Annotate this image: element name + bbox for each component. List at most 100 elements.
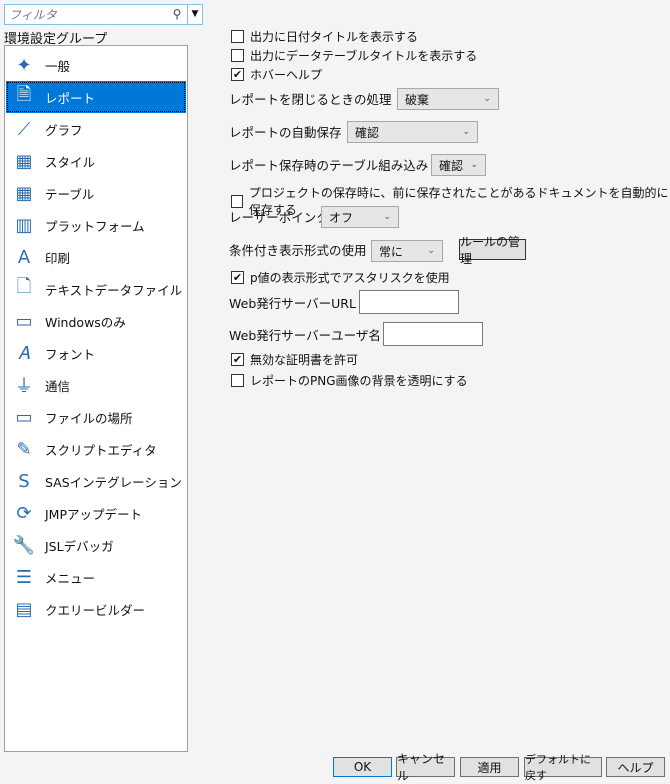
close-action-label: レポートを閉じるときの処理 <box>229 92 392 107</box>
select-value: 破棄 <box>405 92 430 107</box>
checkbox-box[interactable] <box>231 30 244 43</box>
folder-icon: ▭ <box>15 406 33 428</box>
autosave-label: レポートの自動保存 <box>229 125 342 140</box>
group-item-17[interactable]: ☰ メニュー <box>6 561 186 593</box>
group-item-4[interactable]: ▦ スタイル <box>6 145 186 177</box>
group-item-label: Windowsのみ <box>45 314 126 330</box>
conditional-format-select[interactable]: 常に ⌄ <box>371 240 443 262</box>
preference-group-list[interactable]: ✦ 一般 🗎 レポート ⟋ グラフ ▦ スタイル ▦ テーブル ▥ プラットフォーム A 印刷 🗋 テキストデ… <box>4 45 188 752</box>
select-value: 常に <box>379 244 404 259</box>
chevron-down-icon: ⌄ <box>462 127 470 137</box>
restore-defaults-button[interactable]: デフォルトに戻す <box>524 753 602 782</box>
select-value: 確認 <box>439 158 464 173</box>
group-item-label: メニュー <box>45 570 96 586</box>
chevron-down-icon: ⌄ <box>427 246 435 256</box>
apply-button[interactable]: 適用 <box>460 757 519 777</box>
group-item-8[interactable]: 🗋 テキストデータファイル <box>6 273 186 305</box>
group-item-label: クエリービルダー <box>45 602 146 618</box>
search-icon[interactable]: ⚲ <box>167 5 187 24</box>
group-item-label: レポート <box>45 90 96 106</box>
chevron-down-icon: ⌄ <box>470 160 478 170</box>
group-item-12[interactable]: ▭ ファイルの場所 <box>6 401 186 433</box>
web-url-input[interactable] <box>359 290 459 314</box>
checkbox-label: p値の表示形式でアスタリスクを使用 <box>250 271 450 285</box>
filter-dropdown-button[interactable]: ▼ <box>187 5 202 24</box>
group-item-3[interactable]: ⟋ グラフ <box>6 113 186 145</box>
web-user-input[interactable] <box>383 322 483 346</box>
checkbox-box[interactable]: ✔ <box>231 353 244 366</box>
group-item-1[interactable]: ✦ 一般 <box>6 49 186 81</box>
date-title-checkbox[interactable]: 出力に日付タイトルを表示する <box>231 28 418 45</box>
print-icon: A <box>17 246 31 268</box>
monitor-icon: ▭ <box>15 310 33 332</box>
checkbox-box[interactable]: ✔ <box>231 68 244 81</box>
group-item-9[interactable]: ▭ Windowsのみ <box>6 305 186 337</box>
chevron-down-icon: ⌄ <box>383 212 391 222</box>
invalid-cert-checkbox[interactable]: ✔ 無効な証明書を許可 <box>231 351 358 368</box>
embed-table-label: レポート保存時のテーブル組み込み <box>229 158 429 173</box>
wrench-icon: 🔧 <box>12 534 36 556</box>
ok-button[interactable]: OK <box>333 757 392 777</box>
group-item-7[interactable]: A 印刷 <box>6 241 186 273</box>
laser-label: レーザーポインタ <box>229 210 329 225</box>
group-item-18[interactable]: ▤ クエリービルダー <box>6 593 186 625</box>
group-item-14[interactable]: S SASインテグレーション <box>6 465 186 497</box>
group-item-13[interactable]: ✎ スクリプトエディタ <box>6 433 186 465</box>
laser-select[interactable]: オフ ⌄ <box>321 206 399 228</box>
group-item-label: テーブル <box>45 186 95 202</box>
hover-help-checkbox[interactable]: ✔ ホバーヘルプ <box>231 66 322 83</box>
checkbox-label: 無効な証明書を許可 <box>250 353 359 367</box>
sas-icon: S <box>18 470 30 492</box>
checkbox-label: レポートのPNG画像の背景を透明にする <box>250 374 468 388</box>
group-item-label: スタイル <box>45 154 96 170</box>
checkbox-box[interactable]: ✔ <box>231 271 244 284</box>
group-item-label: フォント <box>45 346 96 362</box>
embed-table-select[interactable]: 確認 ⌄ <box>431 154 486 176</box>
checkbox-label: 出力にデータテーブルタイトルを表示する <box>250 49 478 63</box>
group-item-label: JMPアップデート <box>45 506 143 522</box>
checkbox-label: ホバーヘルプ <box>250 68 323 82</box>
filter-input[interactable] <box>5 5 167 24</box>
group-item-label: 一般 <box>45 58 71 74</box>
select-value: オフ <box>329 210 354 225</box>
group-item-label: グラフ <box>45 122 83 138</box>
update-icon: ⟳ <box>16 502 32 524</box>
report-icon: 🗎 <box>16 84 32 105</box>
font-icon: 𝐴 <box>18 342 30 364</box>
platform-icon: ▥ <box>15 214 33 236</box>
select-value: 確認 <box>355 125 380 140</box>
cancel-button[interactable]: キャンセル <box>396 752 455 783</box>
group-item-label: JSLデバッガ <box>45 538 114 554</box>
close-action-select[interactable]: 破棄 ⌄ <box>397 88 499 110</box>
group-item-6[interactable]: ▥ プラットフォーム <box>6 209 186 241</box>
group-item-label: テキストデータファイル <box>45 282 183 298</box>
pvalue-asterisk-checkbox[interactable]: ✔ p値の表示形式でアスタリスクを使用 <box>231 269 450 286</box>
checkbox-box[interactable] <box>231 374 244 387</box>
query-builder-icon: ▤ <box>15 598 33 620</box>
manage-rules-button[interactable]: ルールの管理 <box>459 235 526 266</box>
group-item-16[interactable]: 🔧 JSLデバッガ <box>6 529 186 561</box>
web-user-label: Web発行サーバーユーザ名 <box>229 328 381 343</box>
autosave-select[interactable]: 確認 ⌄ <box>347 121 478 143</box>
style-icon: ▦ <box>15 150 33 172</box>
table-title-checkbox[interactable]: 出力にデータテーブルタイトルを表示する <box>231 47 477 64</box>
checkbox-box[interactable] <box>231 194 243 208</box>
filter-field[interactable]: ⚲ ▼ <box>4 4 203 25</box>
checkbox-box[interactable] <box>231 49 244 62</box>
group-item-2[interactable]: 🗎 レポート <box>6 81 186 113</box>
table-icon: ▦ <box>15 182 33 204</box>
group-item-15[interactable]: ⟳ JMPアップデート <box>6 497 186 529</box>
png-transparent-checkbox[interactable]: レポートのPNG画像の背景を透明にする <box>231 372 468 389</box>
web-url-label: Web発行サーバーURL <box>229 296 356 311</box>
checkbox-label: 出力に日付タイトルを表示する <box>250 30 419 44</box>
menu-icon: ☰ <box>15 566 33 588</box>
group-item-5[interactable]: ▦ テーブル <box>6 177 186 209</box>
script-editor-icon: ✎ <box>16 438 32 460</box>
text-file-icon: 🗋 <box>16 276 32 297</box>
help-button[interactable]: ヘルプ <box>606 757 665 777</box>
communication-icon: ⏚ <box>15 376 33 397</box>
group-item-label: SASインテグレーション <box>45 474 182 490</box>
group-item-label: 通信 <box>45 378 71 394</box>
group-item-11[interactable]: ⏚ 通信 <box>6 369 186 401</box>
group-item-10[interactable]: 𝐴 フォント <box>6 337 186 369</box>
